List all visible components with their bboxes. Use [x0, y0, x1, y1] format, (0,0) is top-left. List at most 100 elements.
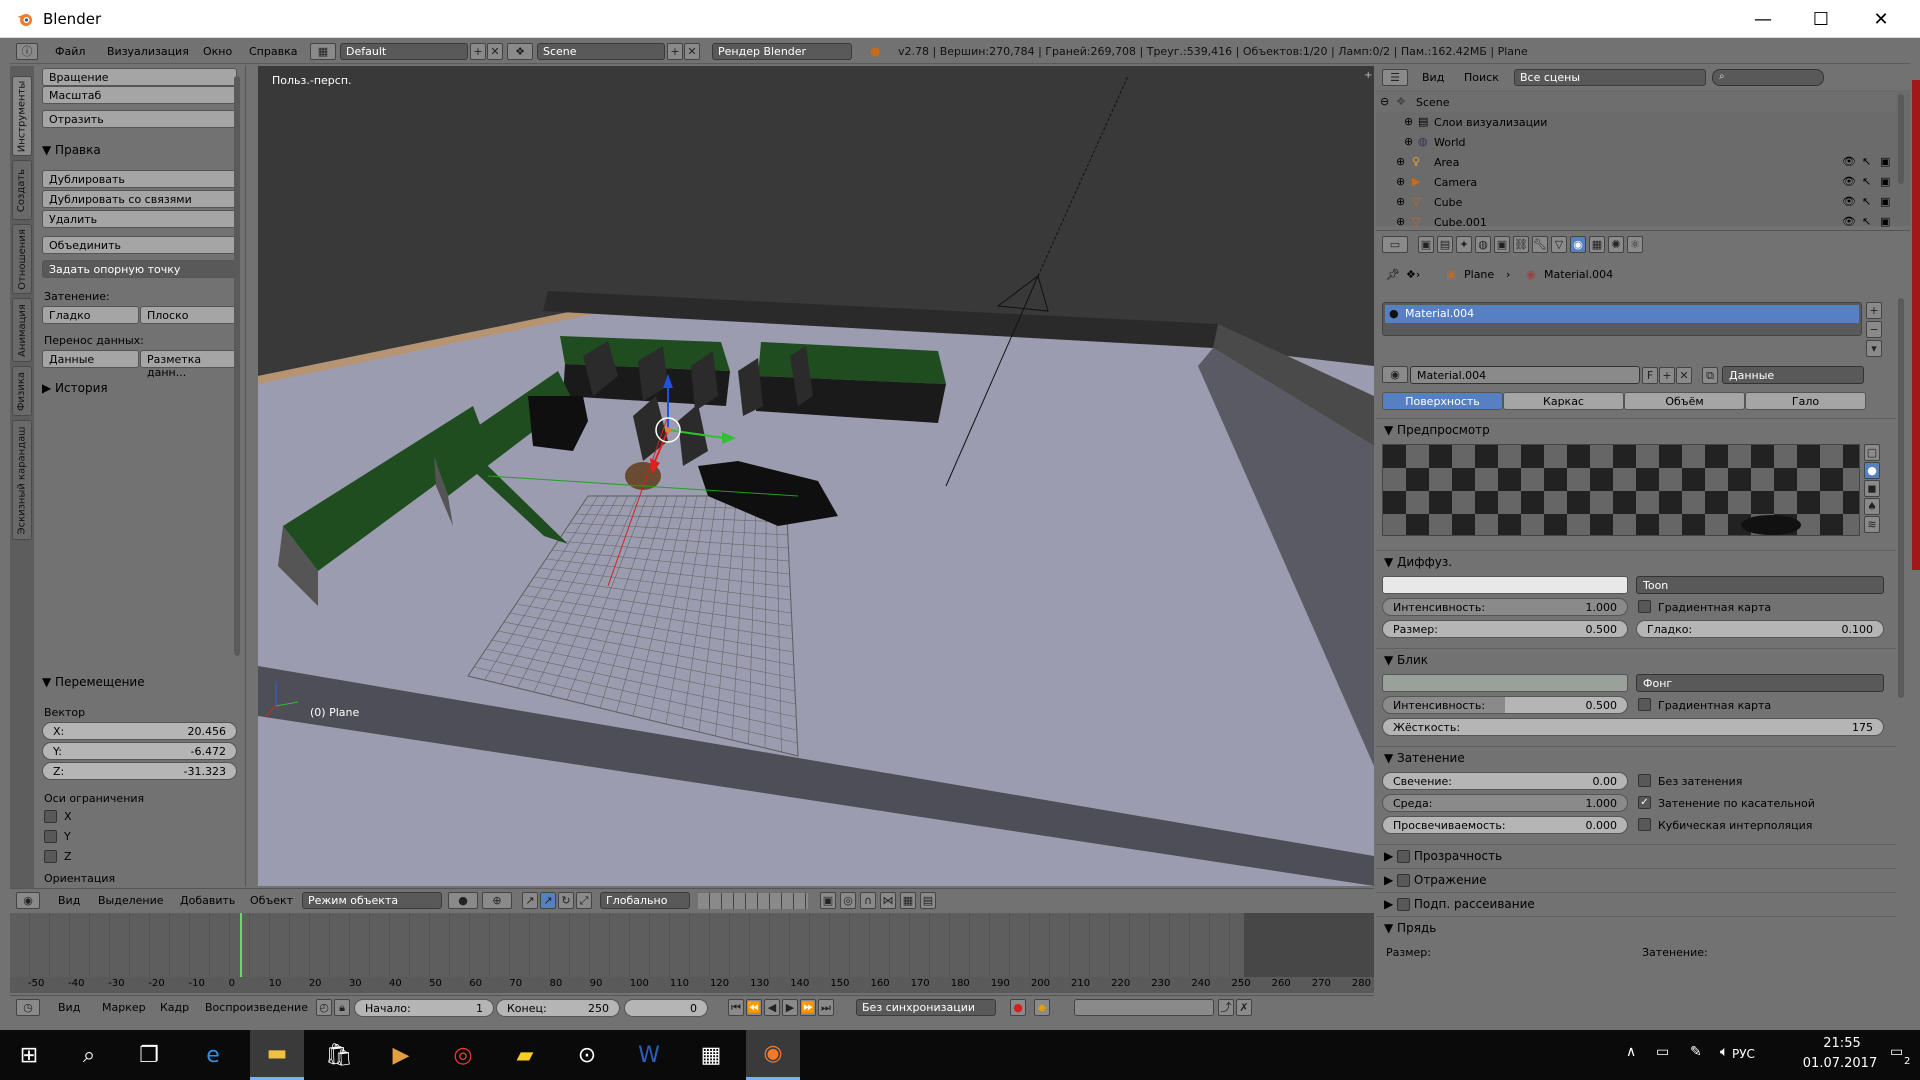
render-camera-icon[interactable]: ▣ — [1880, 155, 1890, 168]
tab-relations[interactable]: Отношения — [12, 224, 32, 294]
sync-dropdown[interactable]: Без синхронизации — [856, 999, 996, 1016]
expand-icon[interactable]: ⊖ — [1380, 95, 1389, 108]
orientation-dropdown[interactable]: Глобально — [600, 892, 690, 909]
viewport-editor-icon[interactable]: ◉ — [16, 892, 40, 909]
set-origin-dropdown[interactable]: Задать опорную точку — [42, 260, 237, 278]
ctx-scene-icon[interactable]: ✦ — [1456, 236, 1472, 253]
render-camera-icon[interactable]: ▣ — [1880, 195, 1890, 208]
word-icon[interactable]: W — [622, 1030, 676, 1080]
emit-field[interactable]: Свечение: 0.00 — [1382, 772, 1628, 790]
transparency-checkbox[interactable] — [1397, 850, 1411, 863]
current-frame-field[interactable]: 0 — [624, 999, 708, 1017]
mirror-checkbox[interactable] — [1397, 874, 1411, 887]
hardness-field[interactable]: Жёсткость: 175 — [1382, 718, 1884, 736]
preview-sphere-icon[interactable]: ● — [1864, 462, 1880, 479]
render-engine-dropdown[interactable]: Рендер Blender — [712, 43, 852, 60]
outliner-editor-icon[interactable]: ☰ — [1382, 69, 1408, 86]
mirror-button[interactable]: Отразить — [42, 110, 237, 128]
tab-grease-pencil[interactable]: Эскизный карандаш — [12, 420, 32, 540]
outliner-row-cube[interactable]: ⊕ ▽ Cube 👁︎ ↖ ▣ — [1376, 192, 1896, 212]
layout-dropdown[interactable]: Default — [340, 43, 468, 60]
render-camera-icon[interactable]: ▣ — [1880, 215, 1890, 228]
duplicate-button[interactable]: Дублировать — [42, 170, 237, 188]
properties-editor-icon[interactable]: ▭ — [1382, 236, 1408, 253]
record-icon[interactable]: ● — [1010, 999, 1026, 1016]
visibility-eye-icon[interactable]: 👁︎ — [1842, 195, 1856, 208]
notifications-icon[interactable]: ▭ — [1890, 1044, 1903, 1060]
diffuse-ramp-checkbox[interactable] — [1638, 600, 1651, 613]
remove-scene-icon[interactable]: ✕ — [684, 43, 700, 60]
shadeless-checkbox[interactable] — [1638, 774, 1651, 787]
new-material-icon[interactable]: + — [1659, 367, 1675, 384]
lock-icon[interactable]: ▣ — [820, 892, 836, 909]
ctx-modifiers-icon[interactable]: 🔧︎ — [1532, 236, 1548, 253]
expand-icon[interactable]: ⊕ — [1396, 195, 1405, 208]
editor-type-icon[interactable]: ⓘ — [16, 43, 38, 60]
tl-menu-view[interactable]: Вид — [58, 1001, 80, 1014]
language-indicator[interactable]: РУС — [1732, 1047, 1755, 1061]
tab-surface[interactable]: Поверхность — [1382, 392, 1503, 410]
expand-icon[interactable]: ⊕ — [1396, 175, 1405, 188]
tab-create[interactable]: Создать — [12, 160, 32, 220]
preview-range-icon[interactable]: ◴ — [316, 999, 332, 1016]
timeline[interactable]: -50 -40 -30 -20 -10 0 10 20 30 40 50 60 70 80 90 100 110… — [10, 913, 1374, 993]
play-reverse-icon[interactable]: ◀ — [764, 999, 780, 1016]
shade-smooth-button[interactable]: Гладко — [42, 306, 139, 324]
layer-buttons[interactable] — [698, 893, 808, 909]
strand-panel-header[interactable]: ▼ Прядь — [1376, 916, 1896, 938]
clock-time[interactable]: 21:55 — [1802, 1036, 1882, 1051]
outliner-search-input[interactable]: ⌕ — [1712, 69, 1824, 86]
tab-wire[interactable]: Каркас — [1503, 392, 1624, 410]
diffuse-panel-header[interactable]: ▼ Диффуз. — [1376, 550, 1896, 572]
toon-size-field[interactable]: Размер: 0.500 — [1382, 620, 1628, 638]
constraint-x-checkbox[interactable] — [44, 810, 57, 823]
translucency-field[interactable]: Просвечиваемость: 0.000 — [1382, 816, 1628, 834]
pen-icon[interactable]: ✎ — [1690, 1044, 1702, 1060]
close-button[interactable]: ✕ — [1852, 0, 1910, 38]
search-icon[interactable]: ⌕ — [62, 1030, 116, 1080]
control-panel-icon[interactable]: ▦ — [684, 1030, 738, 1080]
specular-intensity-field[interactable]: Интенсивность: 0.500 — [1382, 696, 1628, 714]
end-frame-field[interactable]: Конец: 250 — [496, 999, 620, 1017]
add-scene-icon[interactable]: + — [667, 43, 683, 60]
preview-hair-icon[interactable]: ≋ — [1864, 516, 1880, 533]
outliner-filter-dropdown[interactable]: Все сцены — [1514, 69, 1706, 86]
tab-halo[interactable]: Гало — [1745, 392, 1866, 410]
toolshelf-scrollbar[interactable] — [234, 76, 240, 656]
playhead[interactable] — [240, 913, 242, 977]
add-layout-icon[interactable]: + — [470, 43, 486, 60]
ctx-physics-icon[interactable]: ⚛ — [1627, 236, 1643, 253]
render-icon[interactable]: ▦ — [900, 892, 916, 909]
shading-panel-header[interactable]: ▼ Затенение — [1376, 746, 1896, 768]
remove-layout-icon[interactable]: ✕ — [487, 43, 503, 60]
vp-menu-object[interactable]: Объект — [250, 894, 293, 907]
move-z-field[interactable]: Z: -31.323 — [42, 762, 237, 780]
preview-cube-icon[interactable]: ◼ — [1864, 480, 1880, 497]
play-icon[interactable]: ▶ — [782, 999, 798, 1016]
slot-menu-icon[interactable]: ▾ — [1866, 340, 1882, 357]
move-y-field[interactable]: Y: -6.472 — [42, 742, 237, 760]
preview-monkey-icon[interactable]: ♠ — [1864, 498, 1880, 515]
start-icon[interactable]: ⊞ — [2, 1030, 56, 1080]
prev-key-icon[interactable]: ⏪ — [746, 999, 762, 1016]
tab-tools[interactable]: Инструменты — [12, 76, 32, 156]
vp-menu-add[interactable]: Добавить — [180, 894, 235, 907]
tl-menu-playback[interactable]: Воспроизведение — [205, 1001, 308, 1014]
3d-viewport[interactable]: Польз.-персп. (0) Plane + — [258, 66, 1374, 886]
snap-target-icon[interactable]: ⋈ — [880, 892, 896, 909]
menu-file[interactable]: Файл — [55, 45, 85, 58]
sss-panel-header[interactable]: ▶ Подп. рассеивание — [1376, 892, 1896, 914]
vp-menu-view[interactable]: Вид — [58, 894, 80, 907]
visibility-eye-icon[interactable]: 👁︎ — [1842, 175, 1856, 188]
outliner-row-render-layers[interactable]: ⊕ ▤ Слои визуализации — [1376, 112, 1896, 132]
task-view-icon[interactable]: ❐ — [122, 1030, 176, 1080]
specular-shader-dropdown[interactable]: Фонг — [1636, 674, 1884, 692]
vp-menu-select[interactable]: Выделение — [98, 894, 164, 907]
blender-taskbar-icon[interactable]: ◉ — [746, 1030, 800, 1080]
preview-flat-icon[interactable]: ▢ — [1864, 444, 1880, 461]
select-arrow-icon[interactable]: ↖ — [1862, 175, 1871, 188]
duplicate-linked-button[interactable]: Дублировать со связями — [42, 190, 237, 208]
outliner-row-cube-001[interactable]: ⊕ ▽ Cube.001 👁︎ ↖ ▣ — [1376, 212, 1896, 232]
clock-date[interactable]: 01.07.2017 — [1790, 1056, 1890, 1071]
jump-end-icon[interactable]: ⏭ — [818, 999, 834, 1016]
